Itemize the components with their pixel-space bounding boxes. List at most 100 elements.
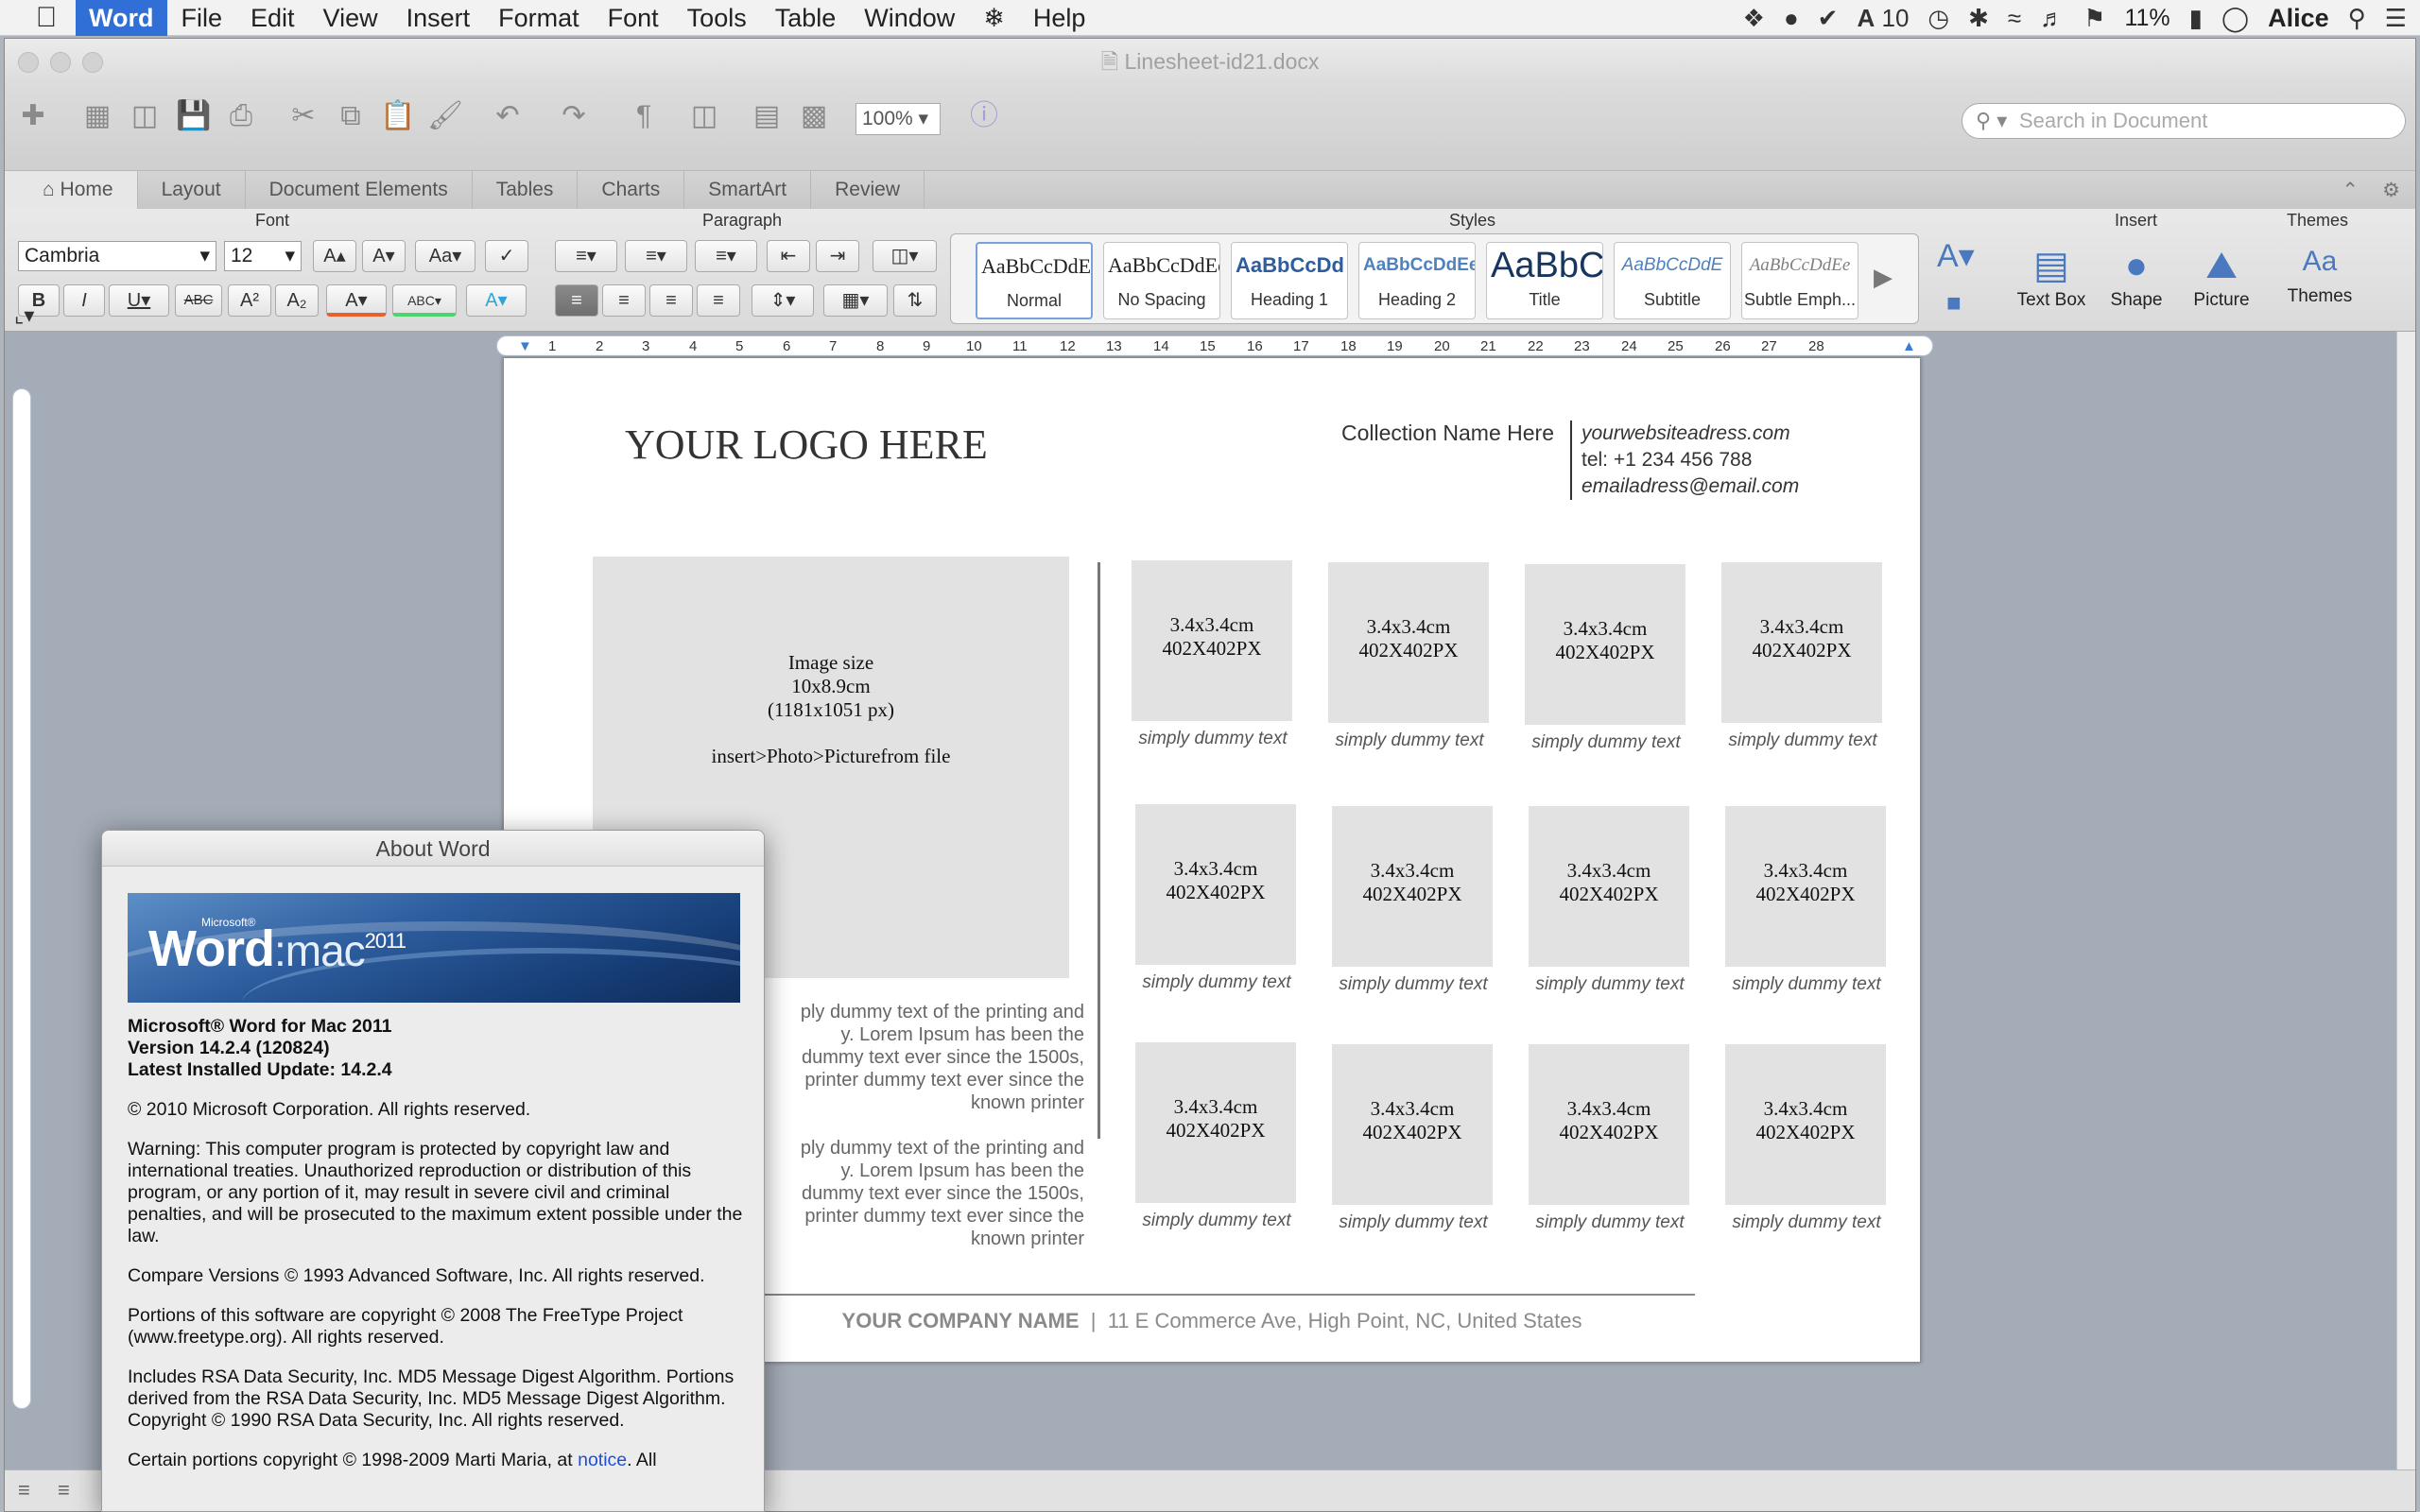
clock-icon[interactable]: ◯ xyxy=(2221,4,2249,33)
notification-center-icon[interactable]: ☰ xyxy=(2385,4,2407,33)
horizontal-ruler[interactable]: ▼ 1 2 3 4 5 6 7 8 9 10 11 12 13 14 15 16… xyxy=(496,335,1933,356)
decrease-indent-button[interactable]: ⇤ xyxy=(767,240,810,272)
menu-edit[interactable]: Edit xyxy=(236,0,309,36)
sort-button[interactable]: ⇅ xyxy=(893,284,937,317)
product-thumb[interactable]: 3.4x3.4cm 402X402PX simply dummy text xyxy=(1135,804,1298,993)
ribbon-settings-icon[interactable]: ⚙ xyxy=(2382,179,2400,202)
shrink-font-button[interactable]: A▾ xyxy=(362,240,406,272)
tab-stop-selector[interactable]: ⌞▾ xyxy=(14,303,34,328)
help-icon[interactable]: ⓘ xyxy=(965,97,1003,135)
align-left-button[interactable]: ≡ xyxy=(555,284,598,317)
battery-icon[interactable]: ▮ xyxy=(2189,4,2203,33)
tab-layout[interactable]: Layout xyxy=(138,171,246,209)
open-icon[interactable]: ◫ xyxy=(126,97,164,135)
style-subtitle[interactable]: AaBbCcDdE Subtitle xyxy=(1614,242,1731,319)
product-thumb[interactable]: 3.4x3.4cm 402X402PX simply dummy text xyxy=(1529,806,1691,995)
italic-button[interactable]: I xyxy=(63,284,105,317)
indent-marker-icon[interactable]: ▼ xyxy=(518,338,532,354)
style-no-spacing[interactable]: AaBbCcDdEe No Spacing xyxy=(1103,242,1220,319)
highlight-button[interactable]: ABC▾ xyxy=(392,284,457,317)
vertical-ruler[interactable] xyxy=(12,388,31,1409)
product-thumb[interactable]: 3.4x3.4cm 402X402PX simply dummy text xyxy=(1332,806,1495,995)
battery-percent[interactable]: 11% xyxy=(2124,5,2169,32)
dropbox-icon[interactable]: ❖ xyxy=(1743,4,1765,33)
draft-view-icon[interactable]: ≡ xyxy=(18,1478,30,1503)
borders-button[interactable]: ▦▾ xyxy=(823,284,888,317)
toolbox-icon[interactable]: ▩ xyxy=(795,97,833,135)
product-thumb[interactable]: 3.4x3.4cm 402X402PX simply dummy text xyxy=(1332,1044,1495,1233)
evernote-icon[interactable]: ● xyxy=(1784,4,1799,33)
tab-home[interactable]: ⌂ Home xyxy=(5,171,138,209)
minimize-window-button[interactable] xyxy=(50,52,71,73)
tab-review[interactable]: Review xyxy=(811,171,925,209)
paste-icon[interactable]: 📋 xyxy=(379,97,417,135)
print-icon[interactable]: ⎙ xyxy=(222,97,260,135)
copy-icon[interactable]: ⧉ xyxy=(332,97,370,135)
menu-format[interactable]: Format xyxy=(484,0,594,36)
us-flag-icon[interactable]: ⚑ xyxy=(2083,4,2105,33)
style-title[interactable]: AaBbC Title xyxy=(1486,242,1603,319)
time-machine-icon[interactable]: ◷ xyxy=(1927,4,1949,33)
format-painter-icon[interactable]: 🖌 xyxy=(426,97,464,135)
underline-button[interactable]: U▾ xyxy=(109,284,169,317)
spotlight-search-icon[interactable]: ⚲ xyxy=(2348,4,2366,33)
themes-button[interactable]: Aa Themes xyxy=(2277,237,2362,307)
bluetooth-icon[interactable]: ✱ xyxy=(1968,4,1989,33)
tab-charts[interactable]: Charts xyxy=(578,171,685,209)
wifi-icon[interactable]: ≈ xyxy=(2008,4,2021,33)
menu-help[interactable]: Help xyxy=(1019,0,1100,36)
style-normal[interactable]: AaBbCcDdEe Normal xyxy=(976,242,1093,319)
font-size-select[interactable]: 12 ▾ xyxy=(224,241,302,271)
save-icon[interactable]: 💾 xyxy=(175,97,213,135)
align-center-button[interactable]: ≡ xyxy=(602,284,646,317)
grow-font-button[interactable]: A▴ xyxy=(313,240,356,272)
search-document-input[interactable]: ⚲ ▾ Search in Document xyxy=(1962,103,2406,139)
menu-tools[interactable]: Tools xyxy=(673,0,761,36)
product-thumb[interactable]: 3.4x3.4cm 402X402PX simply dummy text xyxy=(1132,560,1294,749)
undo-icon[interactable]: ↶ xyxy=(489,97,527,135)
app-menu-word[interactable]: Word xyxy=(76,0,167,36)
templates-icon[interactable]: ▦ xyxy=(78,97,116,135)
columns-button[interactable]: ◫▾ xyxy=(873,240,937,272)
align-right-button[interactable]: ≡ xyxy=(649,284,693,317)
change-case-button[interactable]: Aa▾ xyxy=(415,240,475,272)
product-thumb[interactable]: 3.4x3.4cm 402X402PX simply dummy text xyxy=(1135,1042,1298,1231)
increase-indent-button[interactable]: ⇥ xyxy=(816,240,859,272)
media-browser-icon[interactable]: ▤ xyxy=(748,97,786,135)
script-menu-icon[interactable]: ❄ xyxy=(969,0,1019,36)
sidebar-icon[interactable]: ◫ xyxy=(685,97,723,135)
bullets-button[interactable]: ≡▾ xyxy=(555,240,617,272)
zoom-select[interactable]: 100% ▾ xyxy=(856,103,941,135)
vertical-scrollbar[interactable] xyxy=(2396,332,2415,1494)
font-color-button[interactable]: A▾ xyxy=(326,284,387,317)
checkmark-circle-icon[interactable]: ✔ xyxy=(1818,4,1839,33)
menu-view[interactable]: View xyxy=(309,0,392,36)
apple-menu-icon[interactable]:  xyxy=(23,2,70,34)
paragraph-marks-icon[interactable]: ¶ xyxy=(625,97,663,135)
volume-icon[interactable]: ♬ xyxy=(2040,4,2065,33)
style-subtle-emphasis[interactable]: AaBbCcDdEe Subtle Emph... xyxy=(1741,242,1858,319)
collapse-ribbon-icon[interactable]: ⌃ xyxy=(2342,179,2359,202)
tab-tables[interactable]: Tables xyxy=(473,171,579,209)
user-name[interactable]: Alice xyxy=(2268,4,2329,33)
menu-file[interactable]: File xyxy=(167,0,237,36)
menu-window[interactable]: Window xyxy=(850,0,969,36)
product-thumb[interactable]: 3.4x3.4cm 402X402PX simply dummy text xyxy=(1725,1044,1888,1233)
close-window-button[interactable] xyxy=(18,52,39,73)
outline-view-icon[interactable]: ≡ xyxy=(58,1478,70,1503)
notice-link[interactable]: notice xyxy=(578,1450,627,1470)
clear-formatting-button[interactable]: ✓ xyxy=(485,240,528,272)
product-thumb[interactable]: 3.4x3.4cm 402X402PX simply dummy text xyxy=(1525,564,1687,753)
tab-document-elements[interactable]: Document Elements xyxy=(246,171,473,209)
new-document-icon[interactable]: ✚ xyxy=(14,97,52,135)
product-thumb[interactable]: 3.4x3.4cm 402X402PX simply dummy text xyxy=(1721,562,1884,751)
multilevel-list-button[interactable]: ≡▾ xyxy=(695,240,757,272)
tab-smartart[interactable]: SmartArt xyxy=(684,171,812,209)
product-thumb[interactable]: 3.4x3.4cm 402X402PX simply dummy text xyxy=(1725,806,1888,995)
cut-icon[interactable]: ✂ xyxy=(285,97,322,135)
line-spacing-button[interactable]: ⇕▾ xyxy=(752,284,814,317)
insert-shape-button[interactable]: ● Shape xyxy=(2094,241,2179,311)
menu-insert[interactable]: Insert xyxy=(392,0,485,36)
style-heading-2[interactable]: AaBbCcDdEe Heading 2 xyxy=(1358,242,1476,319)
product-thumb[interactable]: 3.4x3.4cm 402X402PX simply dummy text xyxy=(1529,1044,1691,1233)
